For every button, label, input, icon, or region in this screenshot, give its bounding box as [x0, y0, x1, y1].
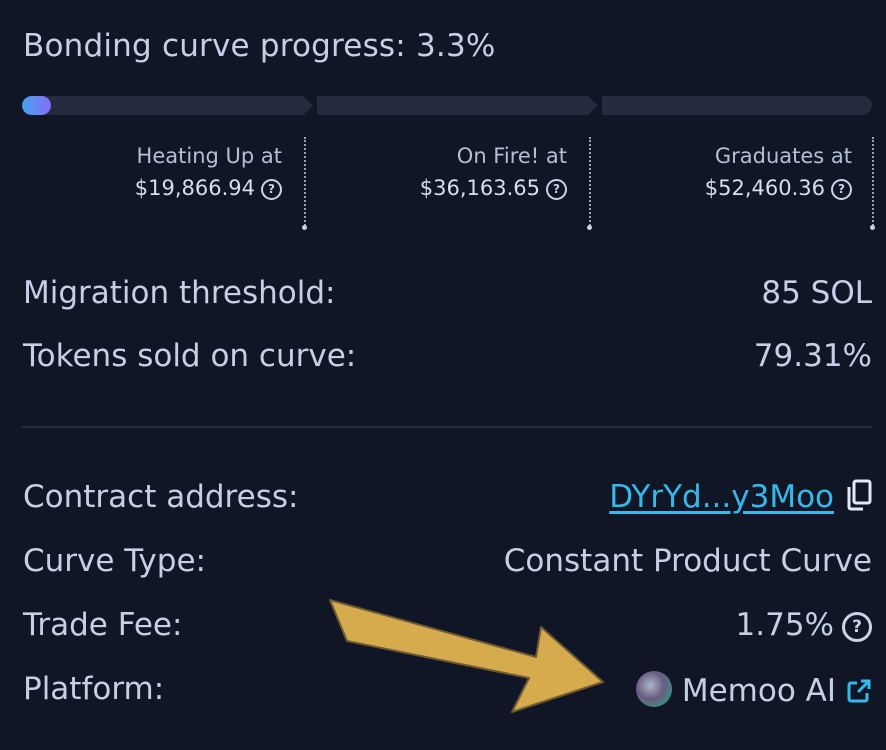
bonding-curve-panel: Bonding curve progress: 3.3% Heating Up …	[0, 0, 886, 750]
annotation-arrow	[329, 599, 604, 713]
